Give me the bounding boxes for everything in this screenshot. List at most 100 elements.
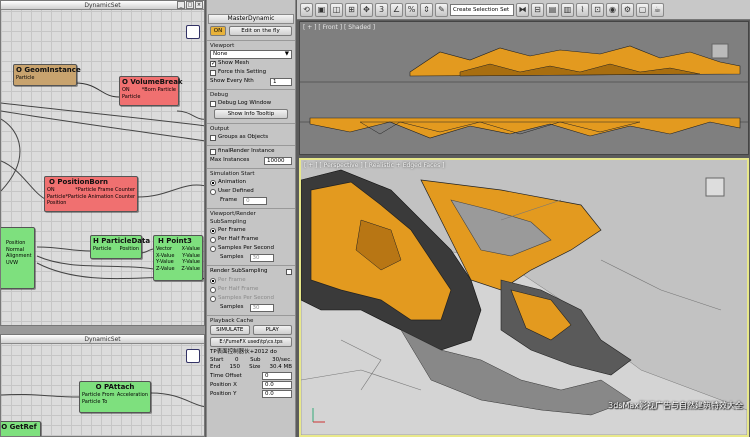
snap-icon[interactable]: 3	[375, 2, 388, 17]
info-label: Size	[249, 364, 261, 370]
edit-on-fly-button[interactable]: Edit on the fly	[229, 26, 292, 36]
position-x-field[interactable]: 0.0	[262, 381, 292, 389]
section-header: Viewport	[210, 43, 235, 49]
node-position-born[interactable]: O PositionBorn ON *Particle Frame Counter…	[44, 176, 138, 212]
show-mesh-checkbox[interactable]	[210, 59, 216, 68]
render-production-icon[interactable]: ☕	[651, 2, 664, 17]
viewport-dropdown[interactable]: None ▼	[210, 50, 292, 59]
watermark-text: 3dsMax影视广告与自然建筑特效大全	[608, 401, 743, 410]
angle-snap-icon[interactable]: ∠	[390, 2, 403, 17]
info-value: 0	[235, 356, 239, 363]
graphite-tools-icon[interactable]: ▥	[561, 2, 574, 17]
debug-log-checkbox[interactable]	[210, 100, 216, 107]
section-header: Playback Cache	[210, 318, 254, 324]
radio-label: Per Half Frame	[218, 286, 259, 292]
cache-path-button[interactable]: E:\FumeFX used\tp\cs.tps	[210, 337, 292, 347]
pivot-icon[interactable]: ⊞	[345, 2, 358, 17]
node-title: H ParticleData	[93, 237, 151, 245]
viewport-render-subsampling-section: Viewport/Render SubSampling Per Frame Pe…	[207, 208, 295, 263]
viewport-section: Viewport None ▼ Show Mesh Force this Sett…	[207, 40, 295, 87]
schematic-view-icon[interactable]: ⊡	[591, 2, 604, 17]
spinner-snap-icon[interactable]: ⇕	[420, 2, 433, 17]
user-defined-radio[interactable]	[210, 188, 216, 195]
graph-splitter[interactable]	[0, 326, 205, 334]
max-instances-field[interactable]: 10000	[264, 156, 292, 165]
checkbox-label: Groups as Objects	[218, 134, 269, 140]
info-label: Start	[210, 356, 224, 363]
node-pattach[interactable]: O PAttach Particle From Acceleration Part…	[79, 381, 151, 413]
info-value: 150	[229, 364, 241, 370]
show-info-tooltip-button[interactable]: Show Info Tooltip	[214, 109, 288, 119]
field-label: Max Instances	[210, 157, 250, 163]
node-graph-editor-2[interactable]: DynamicSet O PAttach Particle From Accele…	[0, 334, 205, 437]
node-geom-instance[interactable]: O GeomInstance Particle	[13, 64, 81, 86]
viewport-label[interactable]: [ + ] [ Front ] [ Shaded ]	[303, 24, 375, 31]
info-value: 30/sec.	[272, 356, 292, 363]
simulate-button[interactable]: SIMULATE	[210, 325, 250, 335]
frame-field[interactable]: 0	[243, 196, 268, 205]
node-point3[interactable]: H Point3 Vector X-Value X-Value Y-Value Y-…	[153, 235, 203, 281]
playback-cache-section: Playback Cache SIMULATE PLAY E:\FumeFX u…	[207, 315, 295, 348]
radio-label: Samples Per Second	[218, 245, 274, 251]
field-label: Frame	[220, 197, 238, 203]
node-partial-left[interactable]: Position Normal Alignment UVW	[1, 227, 35, 289]
select-scale-icon[interactable]: ▣	[315, 2, 328, 17]
graph-navigator-icon[interactable]	[186, 349, 200, 363]
port-label: Position	[119, 246, 139, 252]
groups-as-objects-checkbox[interactable]	[210, 134, 216, 141]
graph-navigator-icon[interactable]	[186, 25, 200, 39]
node-getref[interactable]: O GetRef	[1, 421, 41, 436]
samples-field[interactable]: 30	[249, 253, 274, 262]
rollout-title[interactable]: MasterDynamic	[208, 14, 294, 24]
selection-set-dropdown[interactable]: Create Selection Set	[450, 3, 514, 16]
perspective-geometry	[301, 160, 747, 435]
view-icon[interactable]: ◫	[330, 2, 343, 17]
render-subsampling-checkbox[interactable]	[286, 268, 292, 275]
chevron-down-icon: ▼	[284, 51, 289, 57]
time-offset-field[interactable]: 0	[262, 372, 292, 380]
align-icon[interactable]: ⊟	[531, 2, 544, 17]
port-label: Particle	[122, 93, 141, 100]
on-button[interactable]: ON	[210, 26, 226, 36]
radio-label: Per Half Frame	[218, 236, 259, 242]
animation-radio[interactable]	[210, 179, 216, 186]
viewport-front[interactable]: [ + ] [ Front ] [ Shaded ]	[299, 21, 749, 155]
rs-per-half-frame-radio[interactable]	[210, 286, 216, 293]
rs-samples-per-second-radio[interactable]	[210, 295, 216, 302]
cache-info: TP表面控制器伙+2012 do Start 0 Sub 30/sec. End 150…	[207, 348, 295, 400]
play-button[interactable]: PLAY	[252, 325, 292, 335]
info-line: TP表面控制器伙+2012 do	[210, 349, 277, 355]
select-rotate-icon[interactable]: ⟲	[300, 2, 313, 17]
samples-per-second-radio[interactable]	[210, 245, 216, 252]
final-render-checkbox[interactable]	[210, 148, 216, 155]
radio-label: Per Frame	[218, 227, 246, 233]
mirror-icon[interactable]: ⧓	[516, 2, 529, 17]
info-label: Sub	[250, 356, 261, 363]
layer-manager-icon[interactable]: ▤	[546, 2, 559, 17]
rendered-frame-window-icon[interactable]: ▢	[636, 2, 649, 17]
rs-per-frame-radio[interactable]	[210, 277, 216, 284]
radio-label: Samples Per Second	[218, 295, 274, 301]
field-label: Samples	[220, 304, 244, 310]
per-half-frame-radio[interactable]	[210, 236, 216, 243]
render-setup-icon[interactable]: ⚙	[621, 2, 634, 17]
radio-label: User Defined	[218, 188, 254, 194]
node-volume-break[interactable]: O VolumeBreak ON *Born Particle Particle	[119, 76, 183, 106]
node-graph-editor[interactable]: DynamicSet _ □ × O GeomInstance Particle…	[0, 0, 205, 326]
viewport-label[interactable]: [ + ] [ Perspective ] [ Realistic + Edge…	[304, 162, 444, 169]
percent-snap-icon[interactable]: %	[405, 2, 418, 17]
select-manipulate-icon[interactable]: ✥	[360, 2, 373, 17]
show-every-nth-field[interactable]: 1	[270, 77, 292, 86]
per-frame-radio[interactable]	[210, 227, 216, 234]
rs-samples-field[interactable]: 30	[249, 303, 274, 312]
material-editor-icon[interactable]: ◉	[606, 2, 619, 17]
section-header: Viewport/Render SubSampling	[210, 211, 256, 225]
force-setting-checkbox[interactable]	[210, 69, 216, 76]
position-y-field[interactable]: 0.0	[262, 390, 292, 398]
node-particle-data[interactable]: H ParticleData Particle Position	[90, 235, 151, 259]
viewport-perspective[interactable]: [ + ] [ Perspective ] [ Realistic + Edge…	[299, 158, 749, 437]
named-selection-icon[interactable]: ✎	[435, 2, 448, 17]
port-label: Particle To	[82, 398, 108, 405]
dropdown-value: None	[213, 51, 228, 57]
curve-editor-icon[interactable]: ⌇	[576, 2, 589, 17]
